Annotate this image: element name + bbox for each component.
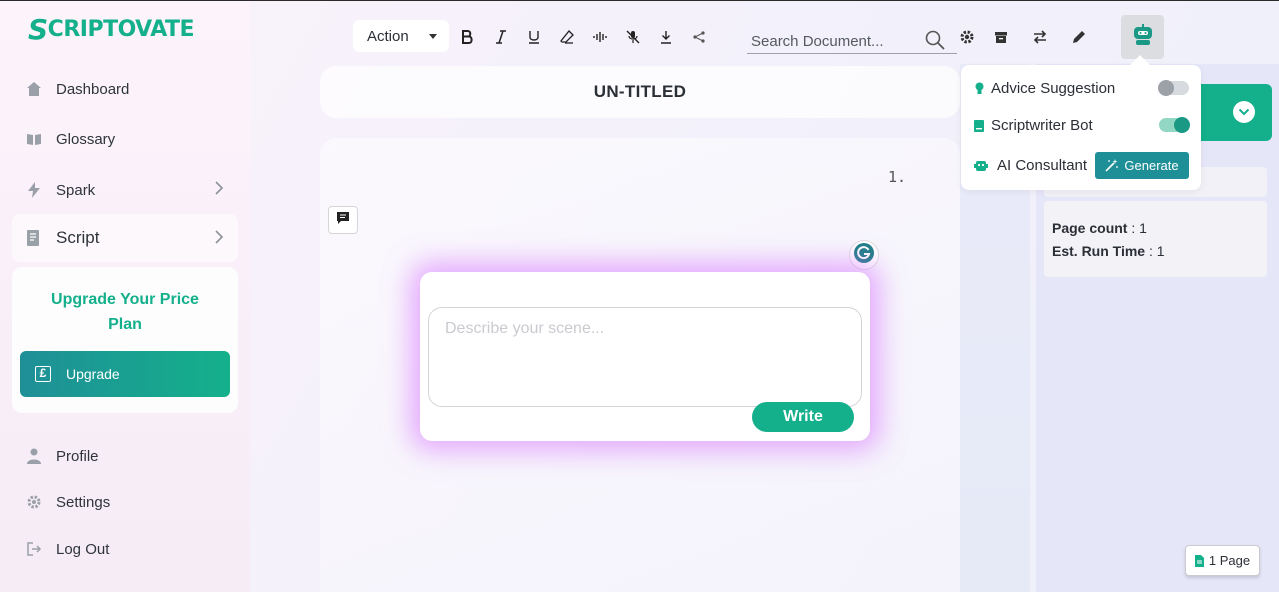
- generate-button-label: Generate: [1124, 158, 1179, 173]
- pen-icon[interactable]: [1070, 28, 1088, 46]
- logo-mark: S: [28, 12, 48, 46]
- document-title-bar[interactable]: UN-TITLED: [320, 66, 960, 118]
- scriptwriter-bot-row: Scriptwriter Bot: [973, 117, 1093, 134]
- ai-consultant-label: AI Consultant: [997, 157, 1088, 174]
- mic-off-icon[interactable]: [624, 28, 642, 46]
- swap-icon[interactable]: [1031, 28, 1049, 46]
- gear-icon: [24, 492, 44, 512]
- share-icon[interactable]: [690, 28, 708, 46]
- magic-wand-icon: [1105, 159, 1119, 172]
- document-icon: [1194, 554, 1204, 567]
- sidebar: S CRIPTOVATE Dashboard Glossary Spark Sc…: [0, 1, 250, 592]
- page-count-badge-label: 1 Page: [1208, 553, 1251, 568]
- italic-icon[interactable]: [492, 28, 510, 46]
- comment-button[interactable]: [328, 206, 358, 234]
- bold-icon[interactable]: [458, 28, 476, 46]
- advice-suggestion-toggle[interactable]: [1158, 80, 1189, 96]
- comment-icon: [336, 211, 350, 230]
- sidebar-item-logout[interactable]: Log Out: [12, 527, 238, 571]
- page-number: 1.: [888, 168, 907, 186]
- document-title: UN-TITLED: [593, 82, 687, 101]
- upgrade-button[interactable]: £ Upgrade: [20, 351, 230, 397]
- download-icon[interactable]: [657, 28, 675, 46]
- notebook-icon: [973, 119, 985, 133]
- scene-description-input[interactable]: [428, 307, 862, 407]
- chevron-right-icon: [214, 230, 224, 249]
- page-count-row: Page count : 1: [1052, 220, 1147, 236]
- grammarly-button[interactable]: [849, 240, 879, 270]
- sidebar-item-label: Log Out: [56, 540, 110, 558]
- assistant-dropdown: Advice Suggestion Scriptwriter Bot AI Co…: [961, 55, 1201, 190]
- book-icon: [24, 129, 44, 149]
- logout-icon: [24, 539, 44, 559]
- search-bar: [747, 28, 957, 54]
- sidebar-item-label: Dashboard: [56, 80, 130, 98]
- advice-suggestion-row: Advice Suggestion: [973, 80, 1115, 97]
- sidebar-item-script[interactable]: Script: [12, 214, 238, 262]
- grammarly-icon: [853, 242, 875, 269]
- scriptwriter-bot-label: Scriptwriter Bot: [991, 117, 1093, 134]
- run-time-row: Est. Run Time : 1: [1052, 243, 1165, 259]
- caret-down-icon: [429, 34, 437, 39]
- action-dropdown-label: Action: [367, 27, 409, 45]
- scene-prompt-card: Write: [420, 272, 870, 441]
- script-stats: Page count : 1 Est. Run Time : 1: [1044, 201, 1267, 277]
- sidebar-item-label: Glossary: [56, 130, 116, 148]
- logo-text: CRIPTOVATE: [47, 16, 195, 42]
- page-count-badge[interactable]: 1 Page: [1185, 545, 1260, 576]
- search-icon[interactable]: [925, 30, 945, 55]
- sidebar-item-label: Settings: [56, 493, 111, 511]
- upgrade-button-label: Upgrade: [66, 366, 120, 382]
- sidebar-item-glossary[interactable]: Glossary: [12, 117, 238, 161]
- advice-suggestion-label: Advice Suggestion: [991, 80, 1116, 97]
- home-icon: [24, 79, 44, 99]
- audio-wave-icon[interactable]: [591, 28, 609, 46]
- sidebar-item-dashboard[interactable]: Dashboard: [12, 67, 238, 111]
- ai-consultant-row: AI Consultant: [973, 157, 1087, 174]
- chevron-right-icon: [214, 181, 224, 200]
- script-icon: [24, 228, 44, 248]
- sidebar-item-settings[interactable]: Settings: [12, 480, 238, 524]
- settings-gear-icon[interactable]: [958, 28, 976, 46]
- eraser-icon[interactable]: [558, 28, 576, 46]
- sidebar-item-label: Profile: [56, 447, 99, 465]
- sidebar-item-profile[interactable]: Profile: [12, 434, 238, 478]
- sidebar-item-spark[interactable]: Spark: [12, 168, 238, 212]
- robot-icon: [1132, 23, 1154, 51]
- robot-icon: [973, 159, 989, 173]
- bolt-icon: [24, 180, 44, 200]
- write-button[interactable]: Write: [752, 402, 854, 432]
- sidebar-item-label: Script: [56, 228, 100, 247]
- archive-icon[interactable]: [992, 28, 1010, 46]
- assistant-bot-button[interactable]: [1121, 15, 1164, 59]
- user-icon: [24, 446, 44, 466]
- lightbulb-icon: [973, 82, 985, 96]
- scriptwriter-bot-toggle[interactable]: [1159, 117, 1190, 133]
- app-logo[interactable]: S CRIPTOVATE: [28, 12, 195, 46]
- underline-icon[interactable]: [525, 28, 543, 46]
- upgrade-title: Upgrade Your Price Plan: [51, 291, 199, 333]
- chevron-down-icon[interactable]: [1233, 101, 1255, 123]
- search-input[interactable]: [751, 30, 916, 52]
- pound-icon: £: [35, 366, 51, 382]
- generate-button[interactable]: Generate: [1095, 152, 1189, 179]
- sidebar-item-label: Spark: [56, 181, 96, 199]
- upgrade-card: Upgrade Your Price Plan £ Upgrade: [12, 267, 238, 413]
- action-dropdown[interactable]: Action: [353, 20, 449, 52]
